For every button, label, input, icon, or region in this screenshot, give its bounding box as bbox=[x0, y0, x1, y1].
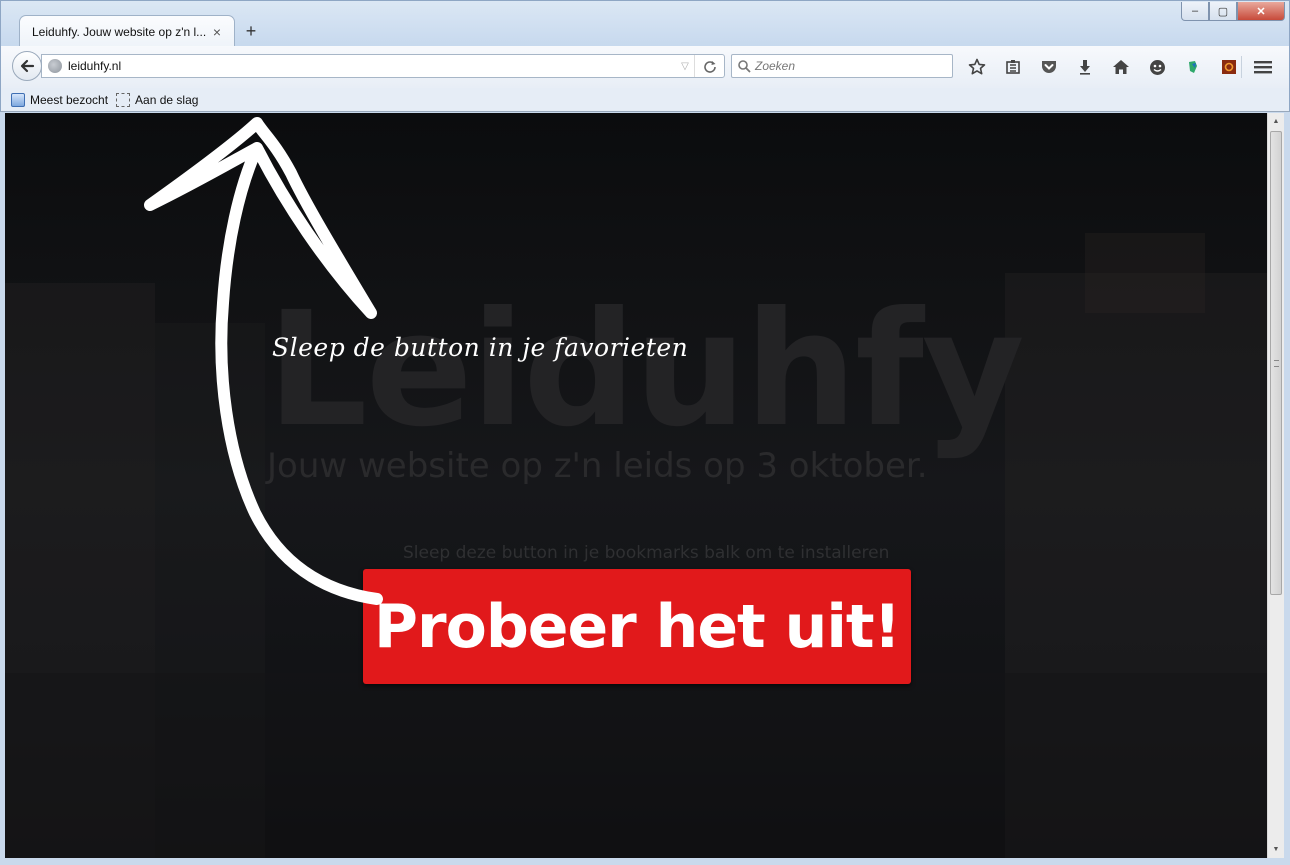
window-frame-right bbox=[1284, 113, 1290, 865]
bookmark-getting-started[interactable]: Aan de slag bbox=[116, 92, 199, 107]
url-bar[interactable]: leiduhfy.nl ▽ bbox=[41, 54, 725, 78]
install-instruction: Sleep deze button in je bookmarks balk o… bbox=[403, 543, 890, 563]
hamburger-menu-button[interactable] bbox=[1249, 54, 1277, 80]
search-input[interactable]: Zoeken bbox=[731, 54, 953, 78]
bookmark-label: Meest bezocht bbox=[30, 92, 109, 107]
reload-icon[interactable] bbox=[694, 55, 724, 77]
minimize-button[interactable]: ‒ bbox=[1181, 2, 1209, 21]
title-bar: Leiduhfy. Jouw website op z'n l... × + ‒… bbox=[0, 0, 1290, 48]
background-canal bbox=[5, 673, 1267, 858]
new-tab-button[interactable]: + bbox=[241, 21, 261, 41]
site-tagline: Jouw website op z'n leids op 3 oktober. bbox=[267, 446, 928, 486]
url-history-dropdown-icon[interactable]: ▽ bbox=[676, 61, 694, 72]
maximize-button[interactable]: ▢ bbox=[1209, 2, 1237, 21]
search-icon bbox=[738, 59, 751, 73]
home-icon[interactable] bbox=[1103, 54, 1139, 80]
url-text[interactable]: leiduhfy.nl bbox=[68, 59, 676, 73]
cta-label: Probeer het uit! bbox=[374, 591, 901, 662]
toolbar-separator bbox=[1241, 56, 1242, 78]
extension-green-icon[interactable] bbox=[1175, 54, 1211, 80]
hamburger-menu-icon bbox=[1254, 61, 1272, 74]
tab-close-icon[interactable]: × bbox=[210, 25, 224, 39]
pocket-icon[interactable] bbox=[1031, 54, 1067, 80]
bookmark-label: Aan de slag bbox=[135, 92, 199, 107]
getting-started-icon bbox=[116, 92, 131, 107]
globe-icon bbox=[48, 59, 62, 73]
scrollbar-grip-icon bbox=[1274, 360, 1279, 367]
tab-leiduhfy[interactable]: Leiduhfy. Jouw website op z'n l... × bbox=[19, 15, 235, 48]
search-placeholder: Zoeken bbox=[755, 59, 796, 73]
scroll-down-icon[interactable]: ▼ bbox=[1268, 841, 1284, 858]
back-button[interactable] bbox=[12, 51, 42, 81]
page-content: Leiduhfy Jouw website op z'n leids op 3 … bbox=[5, 113, 1267, 858]
vertical-scrollbar[interactable]: ▲ ▼ bbox=[1267, 113, 1284, 858]
download-icon[interactable] bbox=[1067, 54, 1103, 80]
back-arrow-icon bbox=[20, 59, 35, 73]
background-photo-building bbox=[1085, 233, 1205, 313]
reading-list-icon[interactable] bbox=[995, 54, 1031, 80]
navigation-toolbar: leiduhfy.nl ▽ Zoeken bbox=[0, 46, 1290, 88]
close-window-button[interactable]: ✕ bbox=[1237, 2, 1285, 21]
tab-title: Leiduhfy. Jouw website op z'n l... bbox=[32, 25, 207, 39]
emoji-icon[interactable] bbox=[1139, 54, 1175, 80]
bookmark-most-visited[interactable]: Meest bezocht bbox=[11, 92, 109, 107]
window-frame-bottom bbox=[0, 858, 1290, 865]
bookmarks-toolbar: Meest bezocht Aan de slag bbox=[0, 88, 1290, 112]
handwritten-note: Sleep de button in je favorieten bbox=[272, 333, 689, 362]
scroll-up-icon[interactable]: ▲ bbox=[1268, 113, 1284, 130]
scrollbar-thumb[interactable] bbox=[1270, 131, 1282, 595]
try-it-bookmarklet-button[interactable]: Probeer het uit! bbox=[363, 569, 911, 684]
bookmark-star-icon[interactable] bbox=[959, 54, 995, 80]
site-logo-text: Leiduhfy bbox=[267, 278, 1025, 462]
toolbar-icons bbox=[959, 54, 1247, 80]
window-controls: ‒ ▢ ✕ bbox=[1181, 2, 1285, 21]
most-visited-icon bbox=[11, 92, 25, 107]
